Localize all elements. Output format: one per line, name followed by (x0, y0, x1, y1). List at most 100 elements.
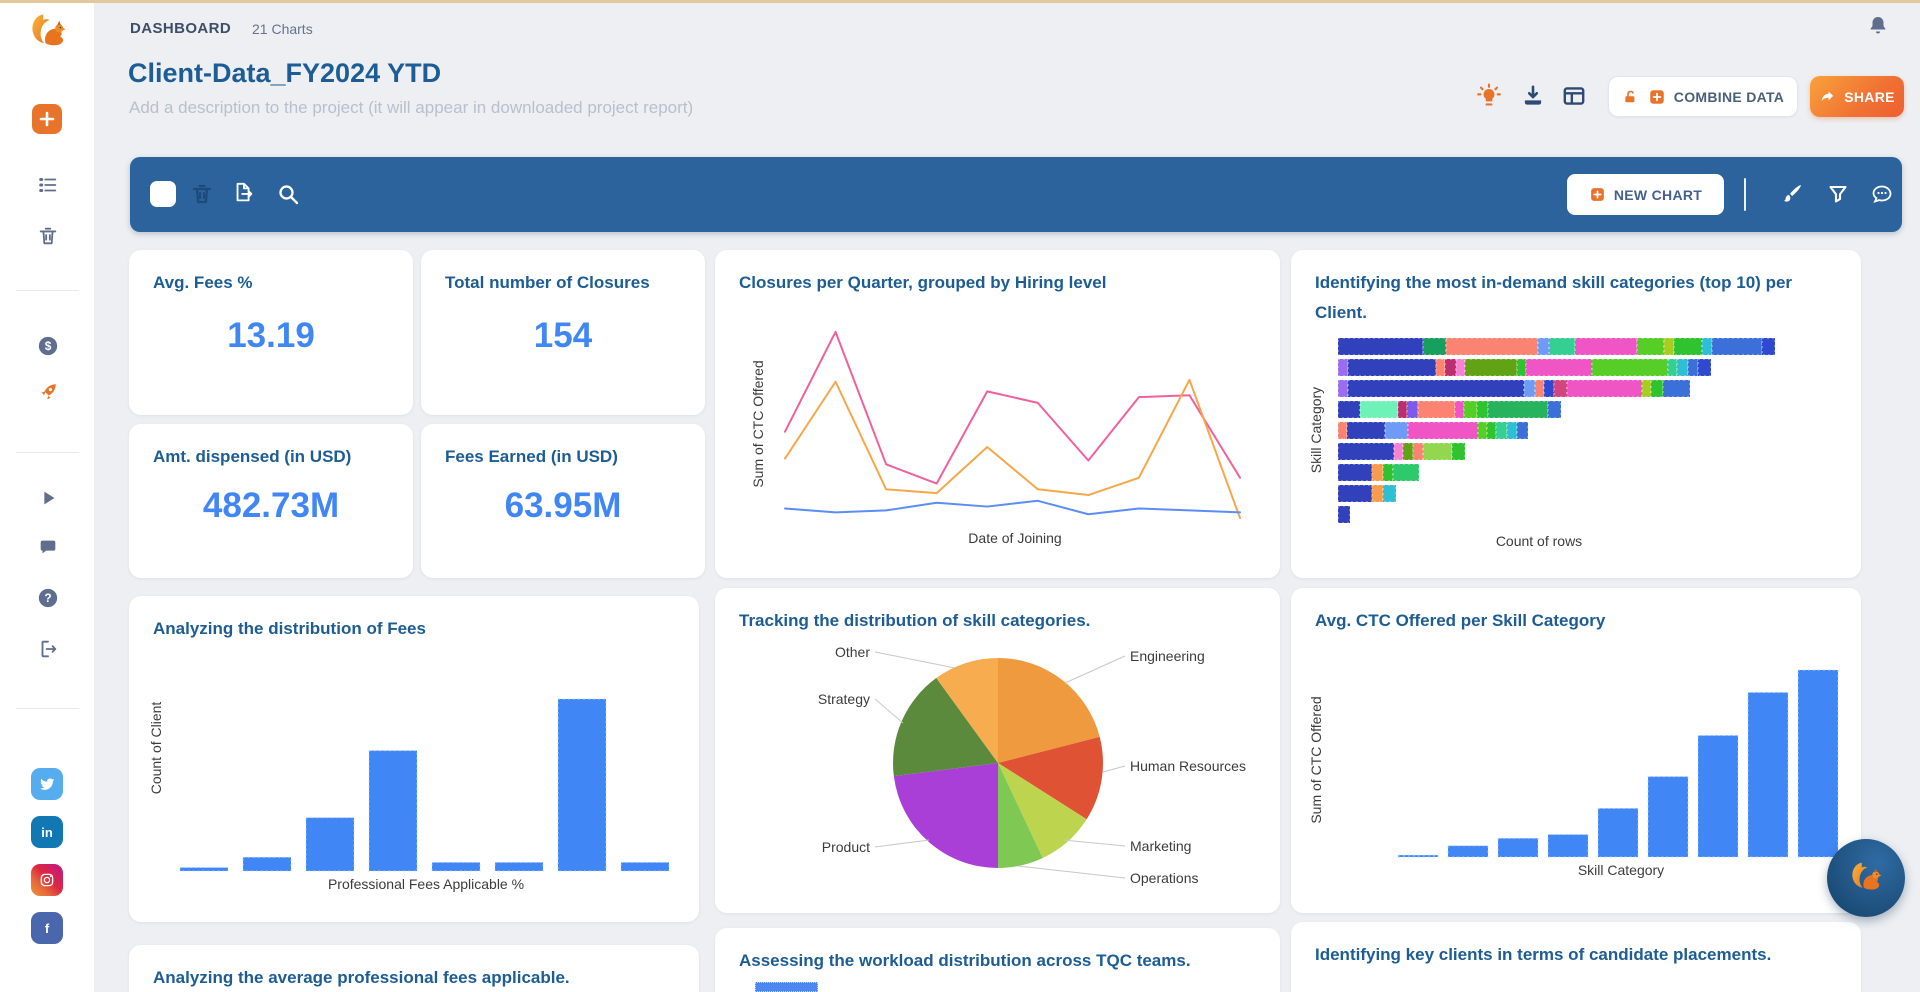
chart-card-skill-categories-stacked[interactable]: Identifying the most in-demand skill cat… (1291, 250, 1861, 578)
pie-label: Operations (1130, 870, 1198, 886)
project-description-placeholder[interactable]: Add a description to the project (it wil… (129, 98, 693, 118)
bar (621, 862, 669, 871)
combine-data-button[interactable]: COMBINE DATA (1608, 76, 1798, 117)
sidebar-item-help[interactable]: ? (0, 587, 95, 609)
bar (1598, 808, 1638, 857)
export-charts-icon[interactable] (232, 181, 256, 205)
bar-segment (1575, 338, 1637, 355)
bar-segment (1478, 422, 1487, 439)
bar-segment (1702, 338, 1712, 355)
svg-text:Sum of CTC Offered: Sum of CTC Offered (750, 360, 766, 487)
pie-slice-product (894, 763, 998, 868)
rocket-icon (37, 381, 59, 403)
bar (1698, 735, 1738, 857)
bar-segment (1668, 359, 1677, 376)
bar-segment (1418, 401, 1455, 418)
pie-leader-line (1065, 656, 1125, 683)
bar (495, 862, 543, 871)
chart-card-key-clients[interactable]: Identifying key clients in terms of cand… (1291, 922, 1861, 992)
sidebar-item-feedback[interactable] (0, 536, 95, 558)
theme-brush-icon[interactable] (1780, 182, 1804, 206)
kpi-card-amt-dispensed[interactable]: Amt. dispensed (in USD) 482.73M (129, 424, 413, 578)
pie-label: Engineering (1130, 648, 1205, 664)
chart-card-closures-line[interactable]: Closures per Quarter, grouped by Hiring … (715, 250, 1280, 578)
sidebar-item-projects-list[interactable] (0, 174, 95, 196)
sidebar-item-upgrade[interactable] (0, 381, 95, 403)
bar-segment (1762, 338, 1775, 355)
notifications-bell-icon[interactable] (1866, 14, 1890, 38)
stacked-bar-plot[interactable]: Count of rowsSkill Category (1291, 250, 1861, 578)
bar-segment (1526, 359, 1592, 376)
bar-chart-plot[interactable]: Professional Fees Applicable %Count of C… (129, 596, 699, 922)
filter-funnel-icon[interactable] (1826, 182, 1850, 206)
bar-segment (1465, 359, 1517, 376)
line-chart-plot[interactable]: Date of Joining Sum of CTC Offered (715, 250, 1280, 578)
delete-charts-icon[interactable] (190, 182, 214, 206)
chart-card-avg-ctc[interactable]: Avg. CTC Offered per Skill Category Skil… (1291, 588, 1861, 913)
pie-chart-plot[interactable]: EngineeringHuman ResourcesMarketingOpera… (715, 588, 1280, 913)
bar-segment (1398, 401, 1407, 418)
bar-segment (1423, 338, 1446, 355)
sidebar-divider (16, 708, 79, 709)
project-title[interactable]: Client-Data_FY2024 YTD (128, 58, 441, 89)
bar-segment (1567, 380, 1642, 397)
kpi-card-avg-fees[interactable]: Avg. Fees % 13.19 (129, 250, 413, 415)
sidebar-item-billing[interactable]: $ (0, 335, 95, 357)
chart-card-avg-professional-fees[interactable]: Analyzing the average professional fees … (129, 945, 699, 992)
select-all-checkbox[interactable] (150, 181, 176, 207)
line-series-pink-line (785, 332, 1240, 484)
facebook-icon[interactable]: f (31, 912, 63, 944)
bar (1648, 777, 1688, 857)
comments-icon[interactable] (1870, 182, 1894, 206)
search-charts-icon[interactable] (276, 182, 300, 206)
bar-segment (1347, 422, 1385, 439)
list-icon (37, 174, 59, 196)
line-series-orange-line (785, 380, 1240, 518)
bar-segment (1592, 359, 1668, 376)
bar-segment (1517, 422, 1528, 439)
chart-card-fees-distribution[interactable]: Analyzing the distribution of Fees Profe… (129, 596, 699, 922)
bar (1498, 838, 1538, 857)
download-report-icon[interactable] (1520, 83, 1546, 109)
bar-segment (1338, 401, 1360, 418)
svg-text:Date of Joining: Date of Joining (968, 530, 1061, 546)
new-chart-button[interactable]: NEW CHART (1567, 174, 1724, 215)
chart-card-skill-pie[interactable]: Tracking the distribution of skill categ… (715, 588, 1280, 913)
kpi-card-fees-earned[interactable]: Fees Earned (in USD) 63.95M (421, 424, 705, 578)
sidebar-item-logout[interactable] (0, 638, 95, 660)
bar-segment (1698, 359, 1711, 376)
sidebar-item-trash[interactable] (0, 225, 95, 247)
chart-title: Analyzing the average professional fees … (153, 963, 675, 992)
svg-text:Count of Client: Count of Client (148, 702, 164, 795)
assistant-fab-squirrel[interactable] (1827, 839, 1905, 917)
sidebar-divider (16, 290, 79, 291)
kpi-value: 154 (421, 316, 705, 356)
instagram-icon[interactable] (31, 864, 63, 896)
share-button[interactable]: SHARE (1810, 76, 1904, 117)
insights-lightbulb-icon[interactable] (1476, 83, 1502, 109)
logout-icon (37, 638, 59, 660)
chat-bubble-icon (37, 536, 59, 558)
svg-text:Skill Category: Skill Category (1308, 387, 1324, 473)
linkedin-icon[interactable]: in (31, 816, 63, 848)
add-project-button[interactable] (32, 104, 62, 134)
sidebar-item-tutorials[interactable] (0, 487, 95, 509)
layout-table-icon[interactable] (1561, 83, 1587, 109)
bar-segment (1338, 359, 1348, 376)
kpi-card-total-closures[interactable]: Total number of Closures 154 (421, 250, 705, 415)
bar-segment (1348, 359, 1436, 376)
bar-segment (1464, 401, 1477, 418)
chart-title: Identifying key clients in terms of cand… (1315, 940, 1837, 970)
bar-chart-plot[interactable]: Skill CategorySum of CTC Offered (1291, 588, 1861, 913)
pie-leader-line (1063, 840, 1125, 846)
bar (558, 699, 606, 871)
squirrel-logo[interactable] (24, 8, 72, 56)
pie-leader-line (875, 840, 929, 847)
bar-segment (1477, 401, 1488, 418)
bar (1548, 835, 1588, 857)
chart-card-workload-distribution[interactable]: Assessing the workload distribution acro… (715, 928, 1280, 992)
pie-label: Human Resources (1130, 758, 1246, 774)
twitter-icon[interactable] (31, 768, 63, 800)
bar-segment (1423, 443, 1452, 460)
bar-segment (1664, 338, 1674, 355)
